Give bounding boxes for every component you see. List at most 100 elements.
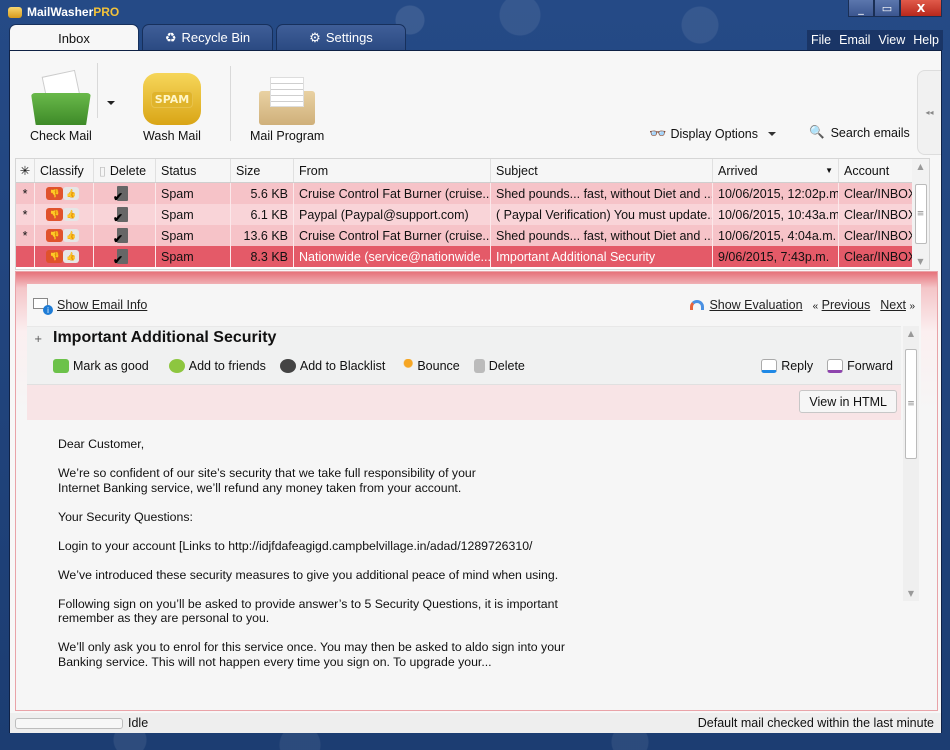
email-body: Dear Customer, We’re so confident of our…	[58, 437, 878, 684]
bounce-label: Bounce	[417, 359, 460, 373]
new-marker: *	[16, 183, 35, 204]
mail-arrived: 10/06/2015, 12:02p.m.	[713, 183, 839, 204]
column-header-delete[interactable]: ▯ Delete	[94, 159, 156, 182]
toolbar-divider	[230, 66, 231, 141]
scroll-up-icon[interactable]: ▲	[908, 329, 914, 338]
column-header-delete-label: Delete	[109, 163, 147, 178]
mail-row[interactable]: * 👎 👍 ✔ Spam 13.6 KB Cruise Control Fat B…	[16, 225, 929, 246]
previous-link[interactable]: Previous	[822, 298, 871, 312]
glasses-icon: 👓	[649, 125, 666, 141]
trash-checked-icon: ✔	[113, 228, 129, 246]
recycle-icon: ♻	[164, 29, 177, 45]
check-mail-button[interactable]: Check Mail	[30, 69, 92, 143]
mark-as-good-button[interactable]: Mark as good	[53, 359, 149, 373]
column-header-subject[interactable]: Subject	[491, 159, 713, 182]
preview-scrollbar[interactable]: ▲ ≡ ▼	[903, 326, 919, 601]
menu-email[interactable]: Email	[835, 30, 874, 50]
app-title-main: MailWasher	[27, 5, 94, 19]
check-mail-icon	[30, 69, 91, 125]
delete-button[interactable]: Delete	[473, 359, 525, 373]
collapse-panel-handle[interactable]: ◂◂	[917, 70, 941, 155]
mail-program-button[interactable]: Mail Program	[250, 73, 324, 143]
new-marker: *	[16, 225, 35, 246]
view-in-html-button[interactable]: View in HTML	[799, 390, 897, 413]
delete-checkbox[interactable]: ✔	[94, 183, 156, 204]
view-html-band: View in HTML	[27, 385, 901, 420]
classify-toggle[interactable]: 👎 👍	[35, 183, 94, 204]
mail-status: Spam	[156, 246, 231, 267]
scroll-thumb[interactable]: ≡	[905, 348, 917, 459]
column-header-classify[interactable]: Classify	[35, 159, 94, 182]
classify-toggle[interactable]: 👎 👍	[35, 246, 94, 267]
mail-from: Paypal (Paypal@support.com)	[294, 204, 491, 225]
tab-recycle-bin-label: Recycle Bin	[181, 30, 251, 45]
mail-row[interactable]: * 👎 👍 ✔ Spam 5.6 KB Cruise Control Fat Bu…	[16, 183, 929, 204]
mark-as-good-label: Mark as good	[73, 359, 149, 373]
tab-settings-label: Settings	[325, 30, 373, 45]
tab-recycle-bin[interactable]: ♻ Recycle Bin	[142, 24, 273, 50]
delete-checkbox[interactable]: ✔	[94, 246, 156, 267]
scroll-down-icon[interactable]: ▼	[908, 589, 914, 598]
menu-file[interactable]: File	[807, 30, 835, 50]
scroll-thumb[interactable]: ≡	[914, 184, 927, 244]
forward-button[interactable]: Forward	[827, 359, 893, 373]
add-to-friends-button[interactable]: Add to friends	[168, 359, 266, 373]
scroll-up-icon[interactable]: ▲	[917, 162, 923, 171]
reply-button[interactable]: Reply	[761, 359, 813, 373]
mail-row-selected[interactable]: 👎 👍 ✔ Spam 8.3 KB Nationwide (service@nat…	[16, 246, 929, 267]
spam-badge: SPAM	[150, 90, 194, 108]
subject-area: + Important Additional Security Mark as …	[27, 326, 901, 385]
mail-subject: Shed pounds... fast, without Diet and ..…	[491, 183, 713, 204]
tab-settings[interactable]: ⚙ Settings	[276, 24, 406, 50]
mail-list-scrollbar[interactable]: ▲ ≡ ▼	[912, 159, 929, 269]
mail-size: 6.1 KB	[231, 204, 294, 225]
mail-account: Clear/INBOX	[839, 246, 918, 267]
reply-label: Reply	[781, 359, 814, 373]
mail-subject: Shed pounds... fast, without Diet and ..…	[491, 225, 713, 246]
search-emails-button[interactable]: 🔍 Search emails	[809, 125, 910, 140]
add-to-blacklist-button[interactable]: Add to Blacklist	[279, 359, 385, 373]
mail-subject: Important Additional Security	[491, 246, 713, 267]
display-options-button[interactable]: 👓 Display Options	[649, 125, 776, 142]
column-header-account[interactable]: Account	[839, 159, 918, 182]
mail-subject: ( Paypal Verification) You must update..…	[491, 204, 713, 225]
mail-program-envelope-icon	[259, 73, 316, 125]
check-progress-bar	[15, 717, 123, 729]
email-body-paragraph: Your Security Questions:	[58, 509, 193, 524]
menu-view[interactable]: View	[874, 30, 909, 50]
delete-checkbox[interactable]: ✔	[94, 204, 156, 225]
menu-help[interactable]: Help	[909, 30, 943, 50]
next-link[interactable]: Next	[880, 298, 906, 312]
bounce-icon	[397, 359, 414, 373]
mail-row[interactable]: * 👎 👍 ✔ Spam 6.1 KB Paypal (Paypal@suppor…	[16, 204, 929, 225]
mail-arrived: 10/06/2015, 10:43a.m.	[713, 204, 839, 225]
wash-mail-button[interactable]: SPAM Wash Mail	[143, 73, 201, 143]
tab-inbox[interactable]: Inbox	[9, 24, 139, 51]
column-header-from[interactable]: From	[294, 159, 491, 182]
show-evaluation-link[interactable]: Show Evaluation	[709, 298, 802, 312]
classify-toggle[interactable]: 👎 👍	[35, 225, 94, 246]
scroll-down-icon[interactable]: ▼	[917, 257, 923, 266]
mail-size: 8.3 KB	[231, 246, 294, 267]
maximize-button[interactable]: ▭	[874, 0, 900, 17]
delete-checkbox[interactable]: ✔	[94, 225, 156, 246]
bounce-button[interactable]: Bounce	[397, 359, 460, 373]
column-header-status[interactable]: Status	[156, 159, 231, 182]
column-header-arrived[interactable]: Arrived ▼	[713, 159, 839, 182]
expand-header-button[interactable]: +	[34, 334, 42, 345]
column-header-refresh[interactable]: ✳	[16, 159, 35, 182]
add-to-friends-label: Add to friends	[188, 359, 266, 373]
check-mail-label: Check Mail	[30, 129, 92, 143]
check-mail-dropdown-arrow[interactable]	[107, 101, 115, 105]
mail-arrived: 9/06/2015, 7:43p.m.	[713, 246, 839, 267]
forward-icon	[827, 359, 844, 373]
classify-toggle[interactable]: 👎 👍	[35, 204, 94, 225]
email-body-paragraph: Dear Customer,	[58, 437, 145, 451]
search-emails-label: Search emails	[830, 125, 910, 140]
show-email-info-link[interactable]: Show Email Info	[57, 298, 147, 312]
mail-account: Clear/INBOX	[839, 204, 918, 225]
minimize-button[interactable]: _	[848, 0, 874, 17]
close-button[interactable]: X	[900, 0, 942, 17]
column-header-size[interactable]: Size	[231, 159, 294, 182]
mail-account: Clear/INBOX	[839, 225, 918, 246]
